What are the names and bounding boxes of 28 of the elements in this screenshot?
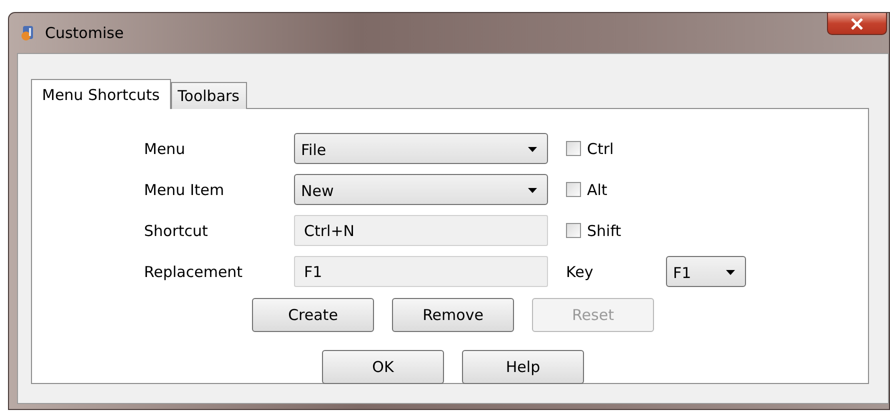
push-button[interactable]: Create — [252, 298, 374, 332]
field-label: Key — [566, 262, 594, 280]
input-field[interactable]: F1 — [294, 256, 548, 287]
close-button[interactable] — [827, 13, 887, 35]
checkbox-label: Alt — [587, 180, 608, 198]
dropdown[interactable]: New — [294, 174, 548, 205]
field-label: Replacement — [144, 262, 244, 280]
push-button[interactable]: Help — [462, 350, 584, 384]
checkbox[interactable] — [566, 141, 581, 156]
caret-icon — [528, 188, 537, 193]
field-label: Menu Item — [144, 180, 226, 198]
push-button[interactable]: OK — [322, 350, 444, 384]
checkbox-label: Shift — [587, 222, 622, 240]
field-label: Shortcut — [144, 222, 209, 240]
checkbox-label: Ctrl — [587, 140, 614, 158]
window-title: Customise — [45, 24, 124, 42]
push-button[interactable]: Remove — [392, 298, 514, 332]
dropdown[interactable]: File — [294, 133, 548, 164]
dropdown[interactable]: F1 — [666, 256, 746, 287]
caret-icon — [528, 147, 537, 152]
input-field[interactable]: Ctrl+N — [294, 215, 548, 246]
checkbox[interactable] — [566, 182, 581, 197]
close-icon — [850, 18, 864, 30]
caret-icon — [726, 270, 735, 275]
field-label: Menu — [144, 140, 186, 158]
checkbox[interactable] — [566, 223, 581, 238]
tab[interactable]: Toolbars — [170, 82, 246, 109]
tab[interactable]: Menu Shortcuts — [31, 79, 171, 109]
